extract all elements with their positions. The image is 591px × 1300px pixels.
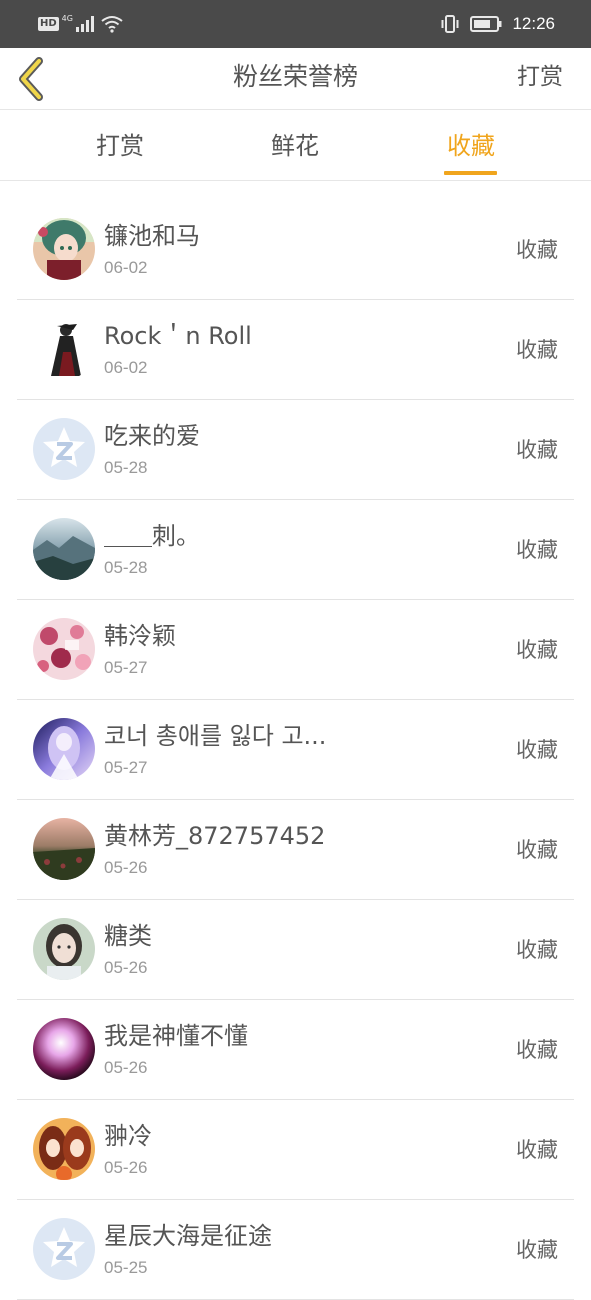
list-item[interactable]: 韩泠颖 05-27 收藏 — [17, 600, 574, 700]
network-type: 4G — [61, 13, 73, 23]
signal-icon — [75, 16, 94, 32]
status-bar-left: HD 4G — [38, 13, 123, 35]
favorite-date: 05-27 — [104, 758, 148, 777]
user-name: Rock＇n Roll — [104, 322, 252, 350]
user-name: 黄林芳_872757452 — [104, 822, 326, 850]
user-name: ＿＿刺。 — [104, 522, 200, 550]
fan-list: 镰池和马 06-02 收藏 Rock＇n Roll 06-02 收藏 吃来的爱 05-28 收藏… — [0, 200, 591, 1300]
wifi-icon — [101, 16, 123, 33]
list-item[interactable]: 星辰大海是征途 05-25 收藏 — [17, 1200, 574, 1300]
status-bar: HD 4G 12:26 — [0, 0, 591, 48]
avatar[interactable] — [33, 1018, 95, 1080]
user-name: 星辰大海是征途 — [104, 1222, 272, 1250]
list-item[interactable]: Rock＇n Roll 06-02 收藏 — [17, 300, 574, 400]
avatar[interactable] — [33, 618, 95, 680]
action-label: 收藏 — [516, 938, 558, 962]
list-item[interactable]: ＿＿刺。 05-28 收藏 — [17, 500, 574, 600]
action-label: 收藏 — [516, 438, 558, 462]
list-item[interactable]: 翀冷 05-26 收藏 — [17, 1100, 574, 1200]
action-label: 收藏 — [516, 738, 558, 762]
favorite-date: 05-26 — [104, 958, 148, 977]
user-name: 镰池和马 — [104, 222, 200, 250]
favorite-date: 05-27 — [104, 658, 148, 677]
action-label: 收藏 — [516, 1038, 558, 1062]
list-item[interactable]: 镰池和马 06-02 收藏 — [17, 200, 574, 300]
favorite-date: 05-26 — [104, 1158, 148, 1177]
hd-badge: HD — [38, 17, 59, 31]
favorite-date: 06-02 — [104, 258, 148, 277]
avatar[interactable] — [33, 1118, 95, 1180]
action-label: 收藏 — [516, 538, 558, 562]
page-title: 粉丝荣誉榜 — [232, 62, 358, 91]
active-tab-indicator — [444, 171, 497, 175]
avatar[interactable] — [33, 518, 95, 580]
battery-icon — [470, 16, 502, 32]
avatar[interactable] — [33, 718, 95, 780]
user-name: 我是神懂不懂 — [104, 1022, 248, 1050]
favorite-date: 05-25 — [104, 1258, 148, 1277]
favorite-date: 05-26 — [104, 1058, 148, 1077]
favorite-date: 05-28 — [104, 558, 148, 577]
list-item[interactable]: 黄林芳_872757452 05-26 收藏 — [17, 800, 574, 900]
avatar[interactable] — [33, 1218, 95, 1280]
user-name: 吃来的爱 — [104, 422, 200, 450]
avatar[interactable] — [33, 218, 95, 280]
user-name: 韩泠颖 — [104, 622, 176, 650]
tab-bar: 打赏 鲜花 收藏 — [0, 111, 591, 181]
vibrate-icon — [441, 15, 459, 33]
avatar[interactable] — [33, 418, 95, 480]
tab-reward[interactable]: 打赏 — [80, 111, 160, 181]
favorite-date: 05-28 — [104, 458, 148, 477]
user-name: 翀冷 — [104, 1122, 152, 1150]
action-label: 收藏 — [516, 1138, 558, 1162]
action-label: 收藏 — [516, 338, 558, 362]
action-label: 收藏 — [516, 838, 558, 862]
avatar[interactable] — [33, 818, 95, 880]
status-time: 12:26 — [512, 14, 555, 33]
list-item[interactable]: 我是神懂不懂 05-26 收藏 — [17, 1000, 574, 1100]
action-label: 收藏 — [516, 238, 558, 262]
action-label: 收藏 — [516, 638, 558, 662]
list-item[interactable]: 吃来的爱 05-28 收藏 — [17, 400, 574, 500]
user-name: 糖类 — [104, 922, 152, 950]
user-name: 코너 총애를 잃다 고... — [104, 722, 327, 750]
status-bar-right: 12:26 — [440, 11, 555, 37]
list-item[interactable]: 코너 총애를 잃다 고... 05-27 收藏 — [17, 700, 574, 800]
favorite-date: 06-02 — [104, 358, 148, 377]
reward-button[interactable]: 打赏 — [517, 48, 563, 110]
avatar[interactable] — [33, 918, 95, 980]
list-item[interactable]: 糖类 05-26 收藏 — [17, 900, 574, 1000]
action-label: 收藏 — [516, 1238, 558, 1262]
tab-flowers[interactable]: 鲜花 — [255, 111, 335, 181]
avatar[interactable] — [33, 318, 95, 380]
title-bar: 粉丝荣誉榜 打赏 — [0, 48, 591, 110]
favorite-date: 05-26 — [104, 858, 148, 877]
